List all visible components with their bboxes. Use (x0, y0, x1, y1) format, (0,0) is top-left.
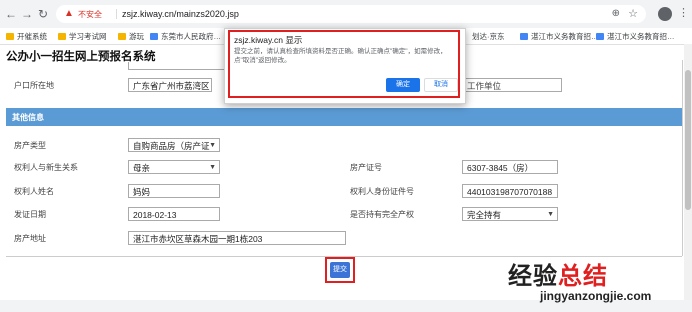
cert-no-label: 房产证号 (350, 163, 382, 172)
scrollbar-thumb[interactable] (685, 70, 691, 210)
form-border (682, 60, 683, 256)
globe-icon (596, 33, 604, 40)
kebab-menu-icon[interactable]: ⋮ (678, 6, 689, 19)
watermark-url: jingyanzongjie.com (540, 289, 652, 303)
hukou-input[interactable]: 广东省广州市荔湾区 (128, 78, 212, 92)
address-bar[interactable]: ▲ 不安全 zsjz.kiway.cn/mainzs2020.jsp ⊕ ☆ (56, 5, 646, 23)
issue-date-label: 发证日期 (14, 210, 46, 219)
work-unit-input[interactable]: 工作单位 (462, 78, 562, 92)
forward-arrow-icon[interactable]: → (20, 7, 34, 21)
insecure-label: 不安全 (78, 10, 102, 19)
section-header: 其他信息 (6, 108, 682, 126)
owner-name-input[interactable]: 妈妈 (128, 184, 220, 198)
bookmark-item[interactable]: 湛江市义务教育招… (520, 31, 599, 42)
bookmark-item[interactable]: 游玩 (118, 31, 144, 42)
section-title: 其他信息 (12, 113, 44, 122)
profile-avatar-icon[interactable] (658, 7, 672, 21)
globe-icon (150, 33, 158, 40)
folder-icon (6, 33, 14, 40)
full-ownership-label: 是否持有完全产权 (350, 210, 414, 219)
bookmark-item[interactable]: 东莞市人民政府… (150, 31, 221, 42)
dialog-message: 提交之前，请认真检查所填资料是否正确。确认正确点"确定"，如需修改，点"取消"返… (234, 48, 447, 64)
bookmark-item[interactable]: 学习考试网 (58, 31, 107, 42)
folder-icon (58, 33, 66, 40)
folder-icon (118, 33, 126, 40)
full-ownership-select[interactable]: 完全持有 ▼ (462, 207, 558, 221)
watermark-title: 经验总结 (508, 263, 608, 290)
cancel-button[interactable]: 取消 (424, 78, 458, 92)
property-type-select[interactable]: 自购商品房（房产证 ▼ (128, 138, 220, 152)
bookmark-item[interactable]: 开催系统 (6, 31, 47, 42)
dialog-title: zsjz.kiway.cn 显示 (234, 35, 303, 45)
back-arrow-icon[interactable]: ← (4, 7, 18, 21)
cert-no-input[interactable]: 6307-3845（房） (462, 160, 558, 174)
warning-icon[interactable]: ▲ (64, 8, 74, 19)
bookmark-item[interactable]: 湛江市义务教育招… (596, 31, 675, 42)
chevron-down-icon: ▼ (209, 142, 216, 149)
reload-icon[interactable]: ↻ (36, 7, 50, 21)
hukou-label: 户口所在地 (14, 81, 54, 90)
property-type-label: 房产类型 (14, 141, 46, 150)
owner-name-label: 权利人姓名 (14, 187, 54, 196)
browser-toolbar: ← → ↻ ▲ 不安全 zsjz.kiway.cn/mainzs2020.jsp… (0, 0, 692, 29)
submit-highlight: 提交 (325, 257, 355, 283)
globe-icon (520, 33, 528, 40)
ok-button[interactable]: 确定 (386, 78, 420, 92)
submit-button[interactable]: 提交 (330, 262, 350, 278)
owner-id-label: 权利人身份证件号 (350, 187, 414, 196)
star-icon[interactable]: ☆ (628, 7, 638, 20)
url-text[interactable]: zsjz.kiway.cn/mainzs2020.jsp (122, 9, 239, 19)
omnibox-divider (116, 9, 117, 19)
zoom-icon[interactable]: ⊕ (612, 8, 620, 19)
relation-label: 权利人与新生关系 (14, 163, 78, 172)
issue-date-input[interactable]: 2018-02-13 (128, 207, 220, 221)
chevron-down-icon: ▼ (209, 164, 216, 171)
relation-select[interactable]: 母亲 ▼ (128, 160, 220, 174)
bookmark-item[interactable]: 划达·京东 (472, 31, 505, 42)
owner-id-input[interactable]: 440103198707070188 (462, 184, 558, 198)
chevron-down-icon: ▼ (547, 211, 554, 218)
address-input[interactable]: 湛江市赤坎区草森木园一期1栋203 (128, 231, 346, 245)
address-label: 房产地址 (14, 234, 46, 243)
